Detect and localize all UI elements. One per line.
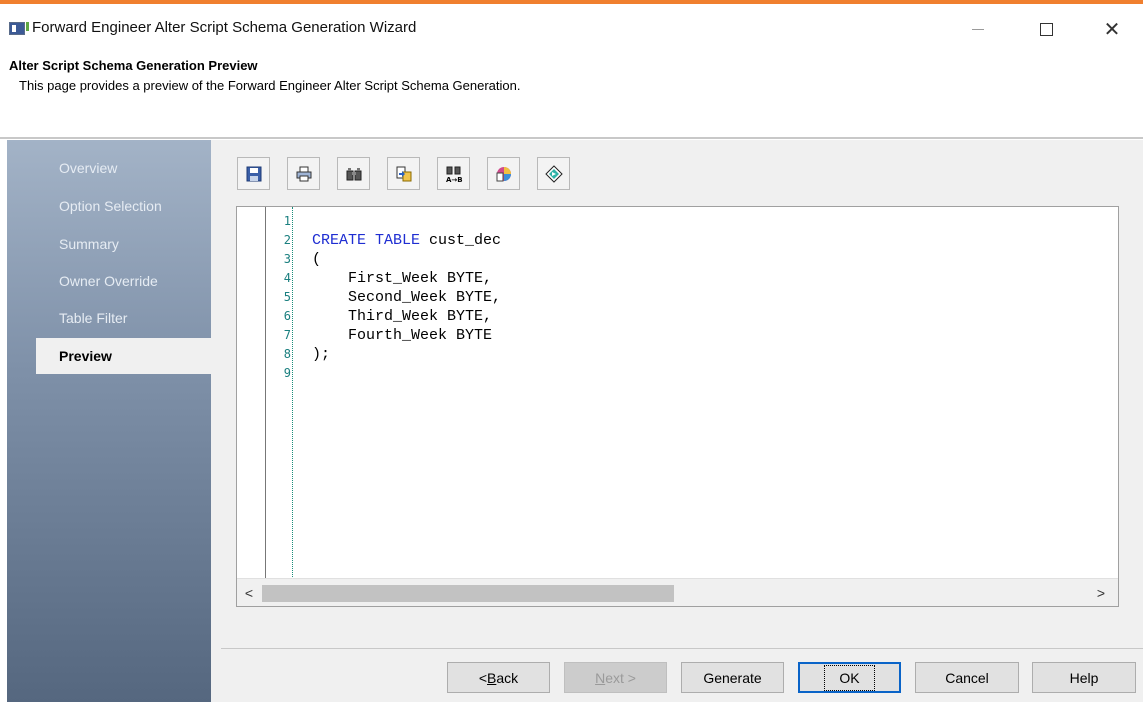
sidebar-item-overview[interactable]: Overview xyxy=(36,150,211,186)
line-number: 6 xyxy=(283,309,291,323)
next-mnemonic: N xyxy=(595,669,606,686)
back-button[interactable]: < Back xyxy=(447,662,550,693)
minimize-button[interactable] xyxy=(963,16,993,42)
app-icon xyxy=(9,22,29,35)
page-description: This page provides a preview of the Forw… xyxy=(19,78,521,93)
color-options-icon xyxy=(496,166,511,181)
svg-text:A→B: A→B xyxy=(446,176,463,183)
code-line: Second_Week BYTE, xyxy=(312,289,502,306)
code-line: ( xyxy=(312,251,322,268)
scrollbar-thumb[interactable] xyxy=(262,585,674,602)
code-line: Third_Week BYTE, xyxy=(312,308,493,325)
line-number: 8 xyxy=(283,347,291,361)
save-icon xyxy=(246,166,261,181)
print-icon xyxy=(296,166,311,181)
footer-divider xyxy=(221,648,1143,649)
page-header: Alter Script Schema Generation Preview T… xyxy=(0,54,1143,140)
goto-button[interactable] xyxy=(537,157,570,190)
save-button[interactable] xyxy=(237,157,270,190)
title-bar: Forward Engineer Alter Script Schema Gen… xyxy=(0,4,1143,54)
line-number: 9 xyxy=(283,366,291,380)
find-replace-button[interactable]: A→B xyxy=(437,157,470,190)
next-suffix: ext > xyxy=(605,669,636,686)
close-icon: ✕ xyxy=(1103,17,1121,41)
code-line: ); xyxy=(312,346,331,363)
cancel-button[interactable]: Cancel xyxy=(915,662,1019,693)
ok-label: OK xyxy=(824,664,875,691)
horizontal-scrollbar[interactable]: < > xyxy=(237,578,1118,606)
next-button[interactable]: Next > xyxy=(564,662,667,693)
code-text-segment: cust_dec xyxy=(420,232,502,249)
editor-gutter-border xyxy=(265,207,266,579)
left-edge xyxy=(0,140,7,702)
sidebar-item-option-selection[interactable]: Option Selection xyxy=(36,188,211,224)
maximize-button[interactable] xyxy=(1031,16,1061,42)
back-suffix: ack xyxy=(496,669,519,686)
script-preview-editor[interactable]: 1 2 3 4 5 6 7 8 9 CREATE TABLE cust_dec(… xyxy=(236,206,1119,607)
code-keyword: CREATE TABLE xyxy=(312,232,421,249)
line-number: 7 xyxy=(283,328,291,342)
maximize-icon xyxy=(1039,22,1053,36)
color-options-button[interactable] xyxy=(487,157,520,190)
code-line: Fourth_Week BYTE xyxy=(312,327,493,344)
line-number: 3 xyxy=(283,252,291,266)
sidebar-item-owner-override[interactable]: Owner Override xyxy=(36,263,211,299)
page-title: Alter Script Schema Generation Preview xyxy=(9,58,258,73)
generate-button[interactable]: Generate xyxy=(681,662,784,693)
line-number: 5 xyxy=(283,290,291,304)
back-mnemonic: B xyxy=(487,669,497,686)
close-button[interactable]: ✕ xyxy=(1097,16,1127,42)
minimize-icon xyxy=(972,28,984,30)
sidebar-item-summary[interactable]: Summary xyxy=(36,226,211,262)
window-title: Forward Engineer Alter Script Schema Gen… xyxy=(32,19,417,36)
copy-to-clipboard-icon xyxy=(396,166,411,181)
ok-button[interactable]: OK xyxy=(798,662,901,693)
code-line: CREATE TABLE cust_dec xyxy=(312,231,501,250)
code-text: CREATE TABLE cust_dec( First_Week BYTE, … xyxy=(312,231,501,364)
scroll-left-arrow-icon[interactable]: < xyxy=(242,584,256,602)
help-button[interactable]: Help xyxy=(1032,662,1136,693)
scroll-right-arrow-icon[interactable]: > xyxy=(1094,584,1108,602)
line-number: 4 xyxy=(283,271,291,285)
goto-icon xyxy=(544,164,563,183)
find-icon xyxy=(346,167,361,180)
find-replace-icon: A→B xyxy=(446,166,463,183)
copy-button[interactable] xyxy=(387,157,420,190)
header-divider xyxy=(0,137,1143,139)
wizard-sidebar: Overview Option Selection Summary Owner … xyxy=(7,140,211,702)
code-line: First_Week BYTE, xyxy=(312,270,493,287)
line-numbers: 1 2 3 4 5 6 7 8 9 xyxy=(275,212,291,383)
find-button[interactable] xyxy=(337,157,370,190)
line-number: 1 xyxy=(283,214,291,228)
sidebar-item-table-filter[interactable]: Table Filter xyxy=(36,300,211,336)
back-prefix: < xyxy=(478,669,488,686)
sidebar-item-preview[interactable]: Preview xyxy=(36,338,211,374)
editor-gutter-dots xyxy=(292,207,293,579)
line-number: 2 xyxy=(283,233,291,247)
print-button[interactable] xyxy=(287,157,320,190)
